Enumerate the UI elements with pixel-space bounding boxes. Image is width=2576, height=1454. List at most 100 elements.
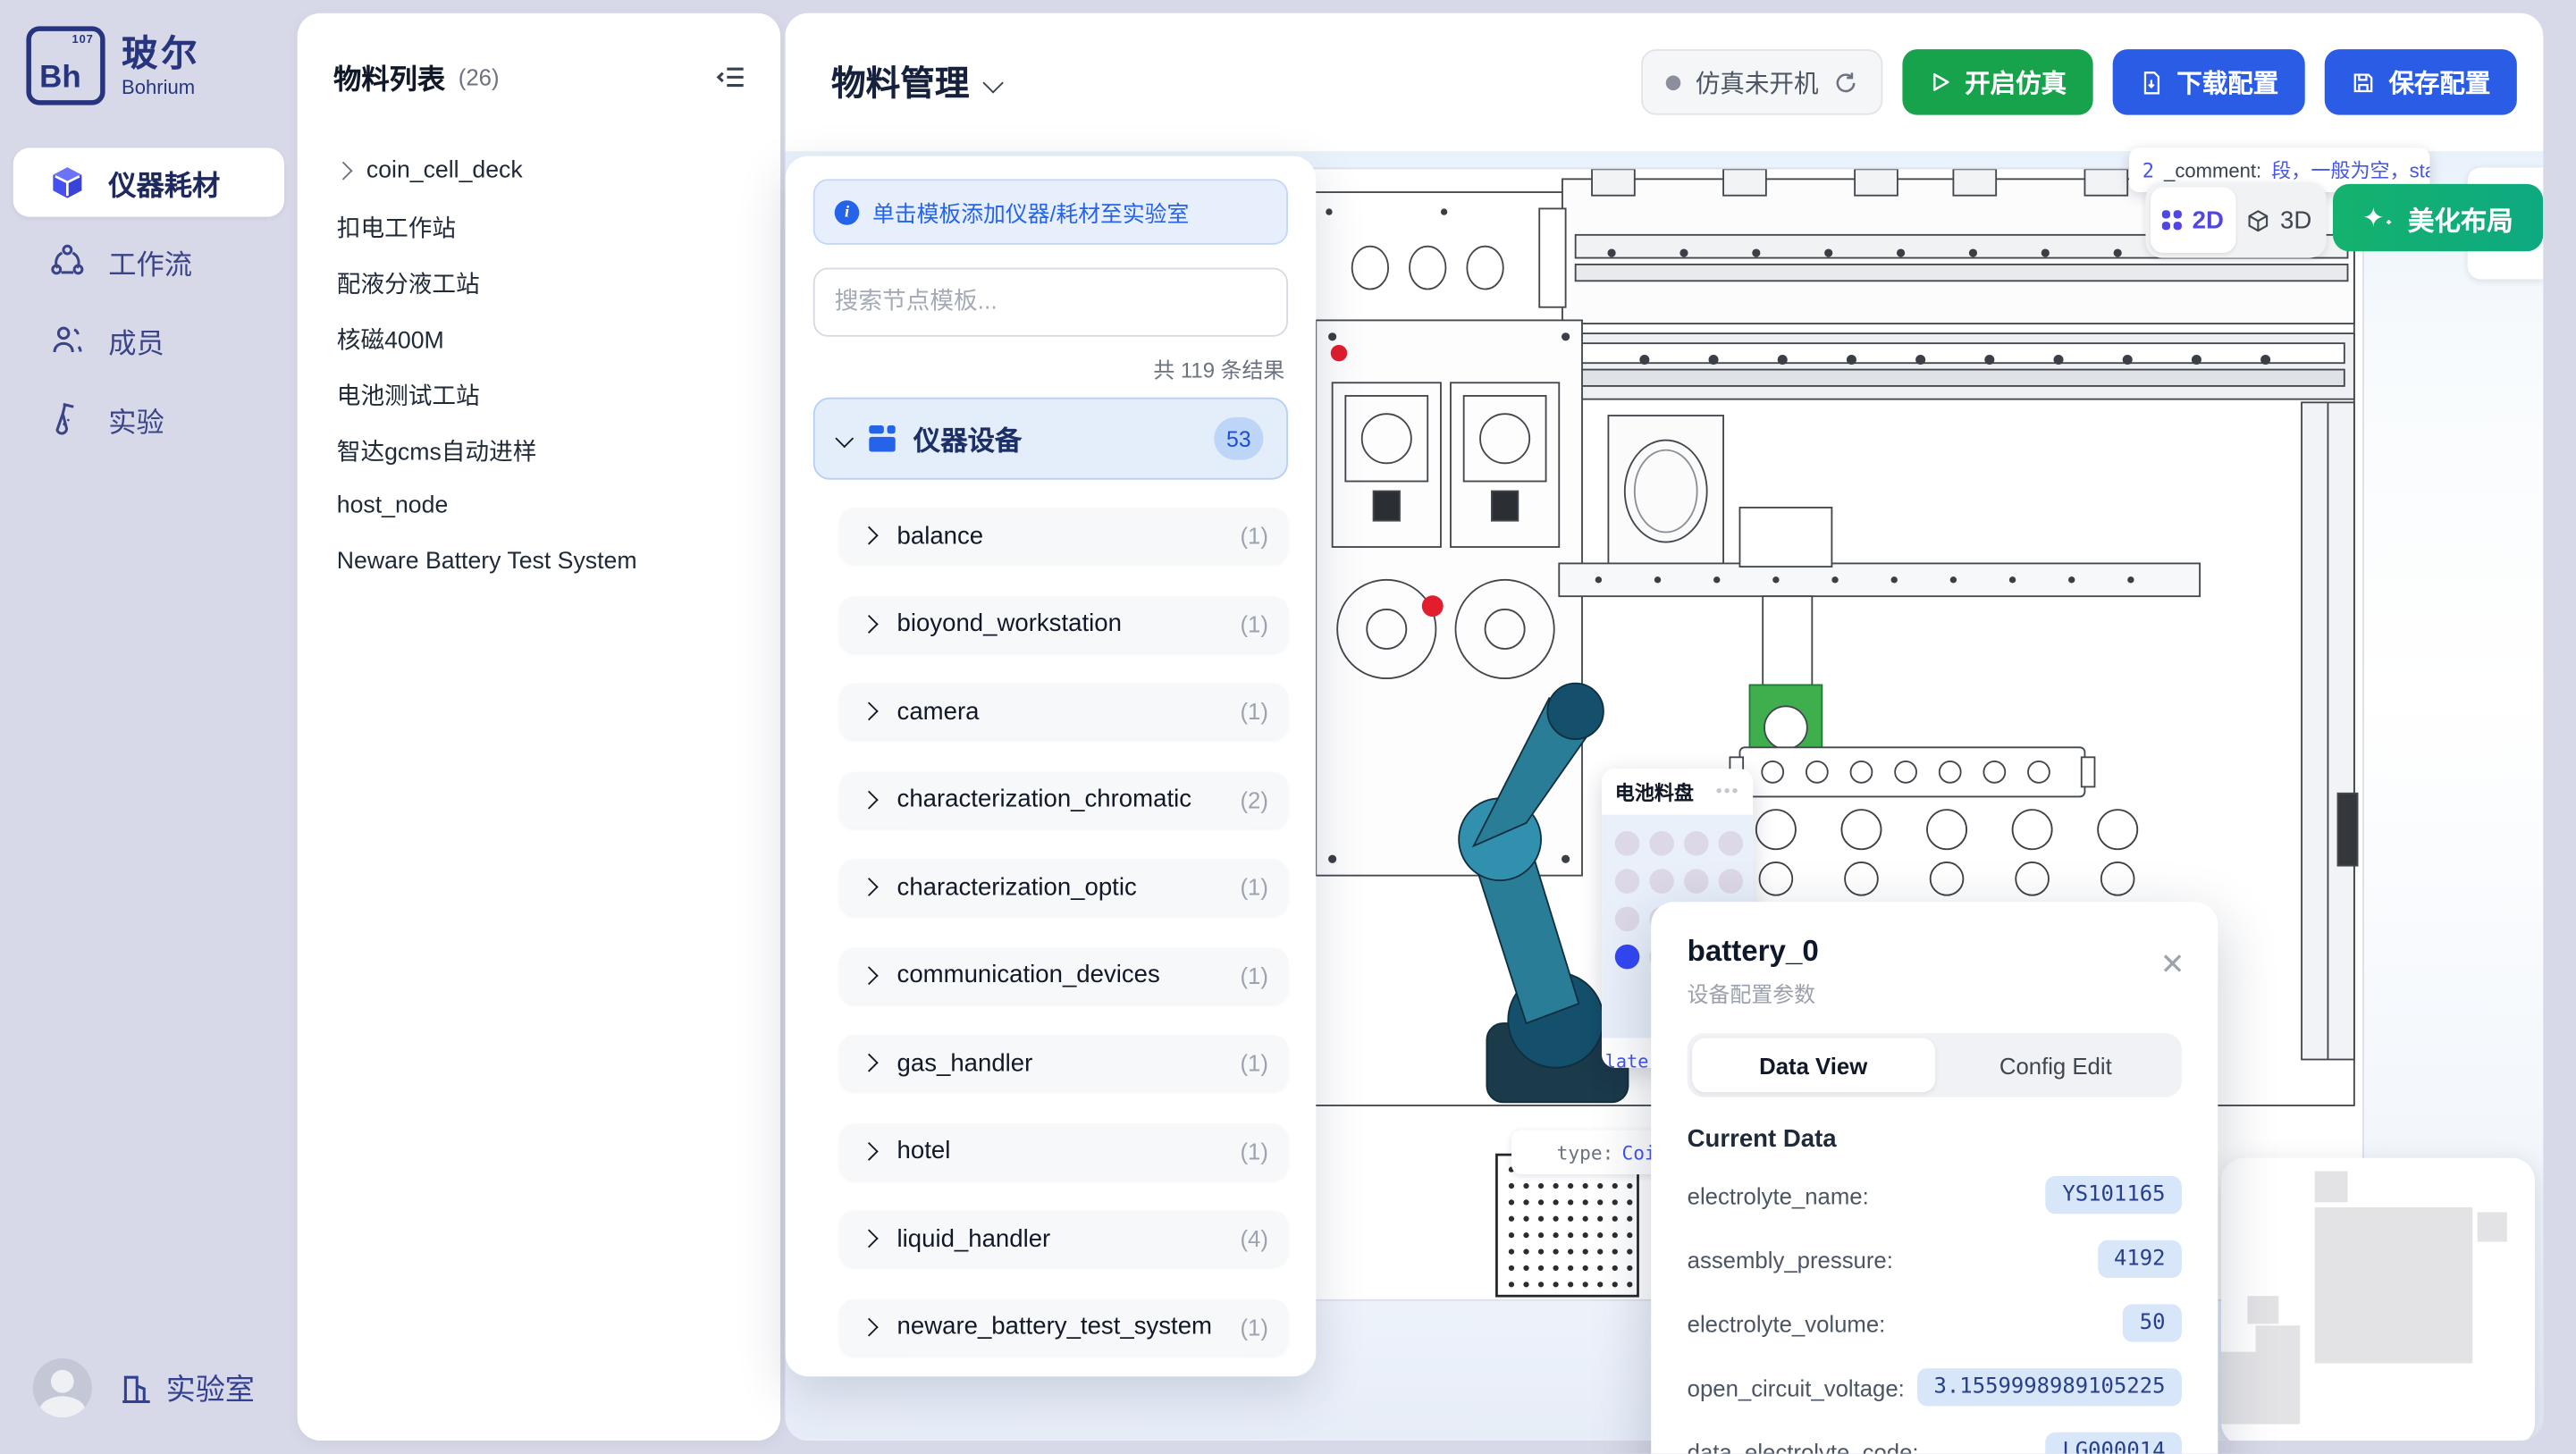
popup-title: battery_0 <box>1688 935 2182 970</box>
value-chip: 4192 <box>2098 1240 2182 1278</box>
beautify-layout-button[interactable]: ✦˖ 美化布局 <box>2333 184 2543 251</box>
chevron-right-icon <box>860 1054 879 1072</box>
template-list: balance(1) bioyond_workstation(1) camera… <box>786 508 1317 1354</box>
tray-slot[interactable] <box>1615 831 1640 856</box>
download-config-button[interactable]: 下载配置 <box>2113 49 2305 115</box>
members-icon <box>49 322 85 357</box>
chevron-right-icon <box>860 1229 879 1248</box>
section-heading: Current Data <box>1688 1125 2182 1153</box>
tab-data-view[interactable]: Data View <box>1692 1038 1934 1093</box>
chevron-right-icon <box>860 702 879 720</box>
template-search-input[interactable] <box>813 268 1288 337</box>
list-item[interactable]: 扣电工作站 <box>298 198 780 254</box>
data-row: electrolyte_name:YS101165 <box>1688 1163 2182 1227</box>
list-item[interactable]: 配液分液工站 <box>298 255 780 310</box>
tray-slot[interactable] <box>1649 831 1674 856</box>
chevron-right-icon <box>860 790 879 809</box>
category-instruments[interactable]: 仪器设备 53 <box>813 398 1288 480</box>
sidebar-item-experiments[interactable]: 实验 <box>13 384 284 453</box>
popup-tabs: Data View Config Edit <box>1688 1033 2182 1097</box>
lab-switcher[interactable]: 实验室 <box>118 1366 255 1409</box>
node-type-tooltip: type: Coi <box>1511 1130 1656 1175</box>
app-root: 107 Bh 玻尔 Bohrium 仪器耗材 <box>0 0 2576 1454</box>
sidebar: 107 Bh 玻尔 Bohrium 仪器耗材 <box>0 0 298 1454</box>
template-item[interactable]: gas_handler(1) <box>839 1035 1288 1090</box>
template-item[interactable]: balance(1) <box>839 508 1288 563</box>
toggle-3d[interactable]: 3D <box>2236 188 2322 254</box>
template-panel: i 单击模板添加仪器/耗材至实验室 共 119 条结果 仪器设备 53 bala… <box>786 156 1317 1377</box>
page-title: 物料管理 <box>831 57 969 106</box>
list-item[interactable]: 智达gcms自动进样 <box>298 422 780 477</box>
template-hint-banner: i 单击模板添加仪器/耗材至实验室 <box>813 179 1288 245</box>
materials-panel: 物料列表 (26) coin_cell_deck 扣电工作站 配液分液工站 核磁… <box>298 13 780 1441</box>
list-item[interactable]: 核磁400M <box>298 310 780 366</box>
status-label: 仿真未开机 <box>1696 65 1819 100</box>
sidebar-item-members[interactable]: 成员 <box>13 306 284 374</box>
chevron-right-icon <box>860 1141 879 1160</box>
table-grid-icon <box>869 425 895 451</box>
sidebar-item-label: 成员 <box>108 319 164 360</box>
popup-subtitle: 设备配置参数 <box>1688 978 2182 1009</box>
template-item[interactable]: neware_battery_test_system(1) <box>839 1299 1288 1354</box>
tray-slot[interactable] <box>1649 869 1674 894</box>
chevron-right-icon <box>860 526 879 545</box>
data-row: data_electrolyte_code:LG000014 <box>1688 1419 2182 1454</box>
result-count: 共 119 条结果 <box>813 353 1285 384</box>
workflow-icon <box>49 243 85 279</box>
save-icon <box>2351 70 2376 95</box>
cube-outline-icon <box>2245 208 2270 233</box>
sidebar-item-label: 工作流 <box>108 240 192 282</box>
template-item[interactable]: characterization_chromatic(2) <box>839 771 1288 827</box>
tray-title: 电池料盘 <box>1615 777 1716 805</box>
tray-slot[interactable] <box>1684 869 1709 894</box>
grid-2d-icon <box>2163 210 2183 230</box>
start-simulation-button[interactable]: 开启仿真 <box>1902 49 2092 115</box>
template-item[interactable]: hotel(1) <box>839 1122 1288 1178</box>
list-item[interactable]: Neware Battery Test System <box>298 534 780 589</box>
chevron-right-icon <box>860 878 879 896</box>
download-file-icon <box>2139 70 2164 95</box>
tray-slot-selected[interactable] <box>1615 945 1640 970</box>
template-item[interactable]: liquid_handler(4) <box>839 1211 1288 1266</box>
tray-slot[interactable] <box>1615 907 1640 932</box>
tray-slot[interactable] <box>1719 831 1744 856</box>
template-item[interactable]: communication_devices(1) <box>839 947 1288 1003</box>
template-item[interactable]: bioyond_workstation(1) <box>839 595 1288 651</box>
sparkles-icon: ✦˖ <box>2362 201 2393 234</box>
sidebar-item-label: 仪器耗材 <box>108 162 220 203</box>
chevron-right-icon <box>860 1317 879 1336</box>
battery-config-popup: battery_0 设备配置参数 ✕ Data View Config Edit… <box>1651 902 2218 1454</box>
chevron-down-icon <box>982 71 1003 92</box>
template-item[interactable]: characterization_optic(1) <box>839 859 1288 914</box>
sidebar-item-workflow[interactable]: 工作流 <box>13 227 284 296</box>
value-chip: 50 <box>2123 1304 2182 1341</box>
list-item[interactable]: coin_cell_deck <box>298 143 780 198</box>
value-chip: LG000014 <box>2046 1433 2182 1454</box>
minimap[interactable] <box>2221 1158 2535 1441</box>
user-avatar[interactable] <box>33 1358 92 1417</box>
brand-name-zh: 玻尔 <box>122 36 200 71</box>
toggle-2d[interactable]: 2D <box>2151 188 2236 254</box>
tray-slot[interactable] <box>1615 869 1640 894</box>
building-icon <box>118 1371 153 1406</box>
tray-slot[interactable] <box>1719 869 1744 894</box>
list-item[interactable]: host_node <box>298 478 780 534</box>
more-menu-icon[interactable]: ••• <box>1716 782 1740 802</box>
template-item[interactable]: camera(1) <box>839 684 1288 739</box>
collapse-list-icon[interactable] <box>715 60 748 93</box>
refresh-icon[interactable] <box>1833 70 1858 95</box>
tray-slot[interactable] <box>1684 831 1709 856</box>
data-row: open_circuit_voltage:3.1559998989105225 <box>1688 1355 2182 1419</box>
tab-config-edit[interactable]: Config Edit <box>1934 1038 2176 1093</box>
sidebar-item-instruments[interactable]: 仪器耗材 <box>13 147 284 216</box>
save-config-button[interactable]: 保存配置 <box>2325 49 2517 115</box>
data-row: electrolyte_volume:50 <box>1688 1291 2182 1356</box>
close-icon[interactable]: ✕ <box>2160 948 2185 983</box>
page-title-dropdown[interactable]: 物料管理 <box>831 57 1000 106</box>
view-mode-toggle: 2D 3D <box>2145 182 2326 258</box>
test-tube-icon <box>49 400 85 436</box>
chevron-right-icon <box>334 162 353 181</box>
sidebar-nav: 仪器耗材 工作流 成员 实验 <box>13 147 284 453</box>
data-rows: electrolyte_name:YS101165 assembly_press… <box>1688 1163 2182 1453</box>
list-item[interactable]: 电池测试工站 <box>298 366 780 422</box>
